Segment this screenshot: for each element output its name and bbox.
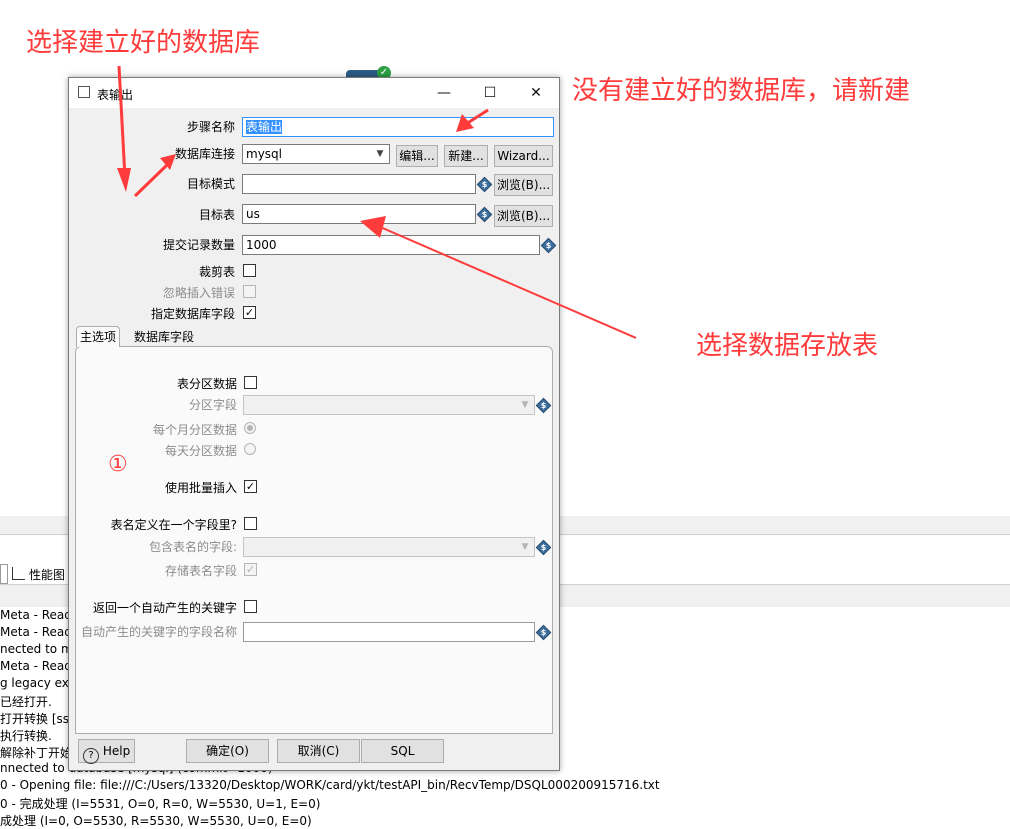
arrow-to-new-icon	[465, 108, 489, 126]
arrow-to-table-icon	[377, 225, 637, 339]
arrowhead-icon	[117, 168, 131, 192]
arrowhead-icon	[360, 216, 386, 238]
arrowhead-icon	[456, 114, 474, 132]
arrow-to-db-icon	[133, 162, 170, 198]
arrow-down-icon	[117, 65, 127, 179]
tab-main-options[interactable]: 主选项	[76, 326, 121, 347]
annotation-arrows	[117, 65, 637, 339]
